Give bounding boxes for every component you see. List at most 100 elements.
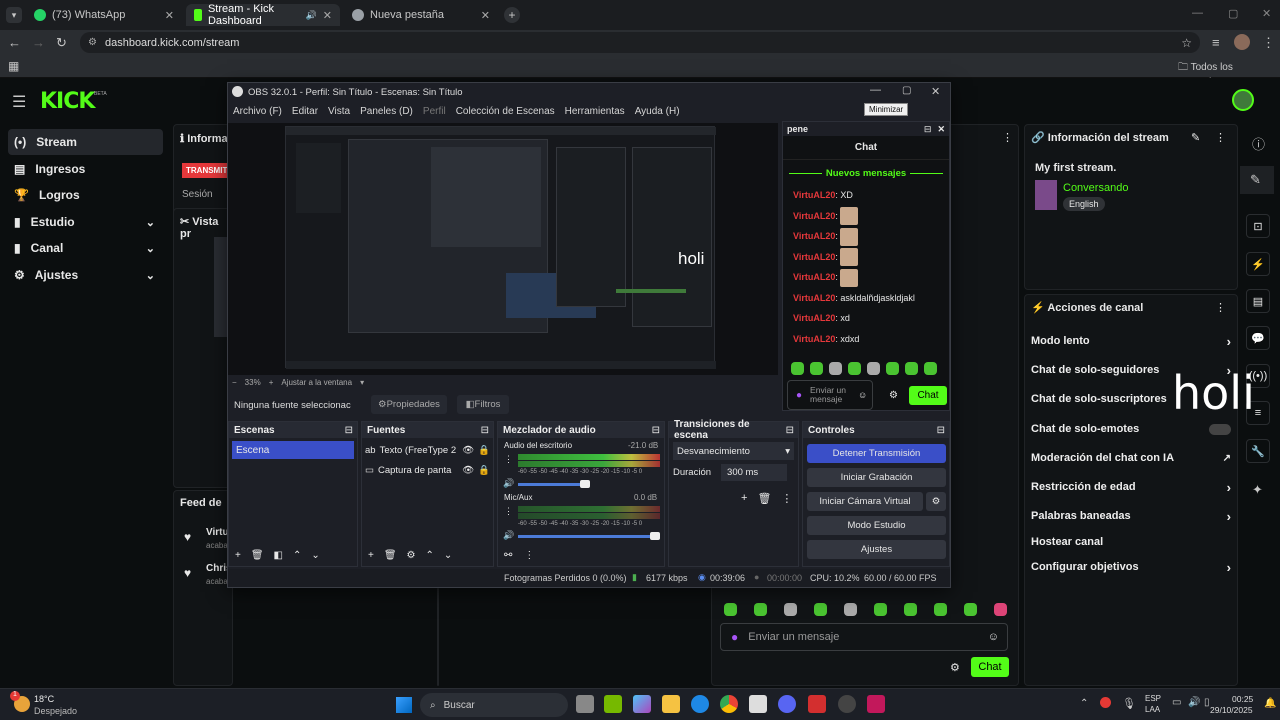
filters-button[interactable]: ◧ Filtros — [457, 395, 509, 414]
emote-icon[interactable] — [848, 362, 861, 375]
studio-mode-button[interactable]: Modo Estudio — [807, 516, 946, 535]
action-ai-moderation[interactable]: Moderación del chat con IA ↗ — [1031, 447, 1231, 469]
action-slow-mode[interactable]: Modo lento › — [1031, 330, 1231, 352]
nvidia-icon[interactable] — [604, 695, 622, 713]
properties-button[interactable]: ⚙ Propiedades — [371, 395, 447, 414]
volume-slider[interactable] — [518, 535, 656, 538]
obs-preview[interactable]: holi — [228, 123, 778, 375]
trash-icon[interactable]: 🗑 — [757, 492, 771, 505]
chat-settings-icon[interactable]: ⚙ — [950, 661, 960, 674]
rail-bolt-button[interactable]: ⚡ — [1246, 252, 1270, 276]
url-field[interactable]: ⚙ dashboard.kick.com/stream ☆ — [80, 32, 1200, 53]
kebab-icon[interactable]: ⋮ — [524, 550, 534, 561]
more-menu-icon[interactable]: ⋮ — [1262, 35, 1275, 51]
discord-icon[interactable] — [778, 695, 796, 713]
emoji-icon[interactable]: ☺ — [988, 631, 999, 643]
network-icon[interactable]: ▭ — [1172, 697, 1181, 708]
profile-avatar[interactable] — [1234, 34, 1250, 50]
sidebar-item-canal[interactable]: ▮ Canal ⌄ — [8, 235, 163, 261]
transition-select[interactable]: Desvanecimiento ▾ — [673, 442, 794, 460]
menu-perfil[interactable]: Perfil — [423, 106, 446, 117]
emote-icon[interactable] — [886, 362, 899, 375]
emote-icon[interactable] — [844, 603, 857, 616]
rail-clipboard-button[interactable]: ▤ — [1246, 289, 1270, 313]
action-host-channel[interactable]: Hostear canal — [1031, 531, 1231, 553]
kebab-icon[interactable]: ⋮ — [504, 454, 513, 465]
start-virtual-camera-button[interactable]: Iniciar Cámara Virtual — [807, 492, 923, 511]
tray-app-icon[interactable] — [1100, 697, 1111, 708]
sidebar-item-ajustes[interactable]: ⚙ Ajustes ⌄ — [8, 262, 163, 288]
volume-handle[interactable] — [650, 532, 660, 540]
trash-icon[interactable]: 🗑 — [251, 550, 264, 561]
media-icon[interactable]: ≡ — [1212, 35, 1220, 50]
action-emotes-only[interactable]: Chat de solo-emotes — [1031, 418, 1231, 440]
maximize-icon[interactable]: ▢ — [902, 85, 911, 96]
edge-icon[interactable] — [691, 695, 709, 713]
emotes-only-toggle[interactable] — [1209, 423, 1231, 435]
trash-icon[interactable]: 🗑 — [384, 550, 397, 561]
emote-icon[interactable] — [754, 603, 767, 616]
fit-window-label[interactable]: Ajustar a la ventana — [281, 378, 352, 387]
emote-icon[interactable] — [905, 362, 918, 375]
new-tab-icon[interactable]: + — [504, 7, 520, 23]
menu-archivo[interactable]: Archivo (F) — [233, 106, 282, 117]
site-info-icon[interactable]: ⚙ — [88, 37, 97, 48]
link-icon[interactable]: ⚯ — [504, 550, 512, 561]
source-item[interactable]: ▭ Captura de panta 👁 🔒 — [365, 461, 490, 479]
close-window-icon[interactable]: ✕ — [1262, 7, 1271, 20]
edit-icon[interactable]: ✎ — [1250, 172, 1261, 188]
menu-paneles[interactable]: Paneles (D) — [360, 106, 413, 117]
emote-icon[interactable] — [867, 362, 880, 375]
emote-icon[interactable] — [784, 603, 797, 616]
float-icon[interactable]: ⊟ — [924, 124, 932, 135]
emoji-icon[interactable]: ☺ — [858, 390, 867, 400]
tab-new[interactable]: Nueva pestaña ✕ — [344, 4, 498, 26]
chrome-icon[interactable] — [720, 695, 738, 713]
source-item[interactable]: ab Texto (FreeType 2 👁 🔒 — [365, 441, 490, 459]
volume-slider[interactable] — [518, 483, 584, 486]
up-icon[interactable]: ⌃ — [293, 550, 301, 561]
chevron-down-icon[interactable]: ▾ — [360, 378, 364, 387]
chat-dock-input[interactable]: ● Enviar un mensaje ☺ — [787, 380, 873, 410]
mic-icon[interactable]: ● — [796, 390, 802, 401]
battery-icon[interactable]: ▯ — [1204, 697, 1210, 708]
tab-whatsapp[interactable]: (73) WhatsApp ✕ — [26, 4, 182, 26]
up-icon[interactable]: ⌃ — [426, 550, 434, 561]
maximize-icon[interactable]: ▢ — [1228, 7, 1238, 20]
reload-icon[interactable]: ↻ — [56, 35, 67, 51]
app-pink-icon[interactable] — [867, 695, 885, 713]
close-icon[interactable]: ✕ — [481, 9, 490, 22]
kick-chat-send-button[interactable]: Chat — [971, 657, 1009, 677]
audio-icon[interactable]: 🔊 — [306, 10, 317, 21]
close-icon[interactable]: ✕ — [937, 124, 945, 135]
forward-icon[interactable]: → — [32, 35, 45, 50]
menu-ayuda[interactable]: Ayuda (H) — [635, 106, 680, 117]
lock-icon[interactable]: 🔒 — [478, 445, 490, 456]
sidebar-item-ingresos[interactable]: ▤ Ingresos — [8, 156, 163, 182]
more-icon[interactable]: ⋮ — [1215, 131, 1226, 144]
clock-time[interactable]: 00:25 — [1232, 694, 1253, 704]
menu-coleccion[interactable]: Colección de Escenas — [456, 106, 555, 117]
action-age-restriction[interactable]: Restricción de edad › — [1031, 476, 1231, 498]
add-icon[interactable]: + — [235, 550, 241, 561]
emote-icon[interactable] — [829, 362, 842, 375]
emote-icon[interactable] — [994, 603, 1007, 616]
rail-chat-button[interactable]: 💬 — [1246, 326, 1270, 350]
menu-vista[interactable]: Vista — [328, 106, 350, 117]
chat-settings-icon[interactable]: ⚙ — [889, 390, 898, 401]
stream-category[interactable]: Conversando — [1063, 182, 1128, 194]
close-icon[interactable]: ✕ — [931, 85, 940, 98]
filter-icon[interactable]: ◧ — [274, 550, 283, 561]
down-icon[interactable]: ⌄ — [444, 550, 452, 561]
emote-icon[interactable] — [814, 603, 827, 616]
speaker-icon[interactable]: 🔊 — [503, 530, 514, 541]
rail-target-button[interactable]: ⊡ — [1246, 214, 1270, 238]
bookmark-star-icon[interactable]: ☆ — [1181, 36, 1192, 50]
virtual-camera-settings-icon[interactable]: ⚙ — [926, 492, 946, 511]
notifications-icon[interactable]: 🔔 — [1264, 698, 1276, 709]
minimize-icon[interactable]: — — [870, 84, 881, 96]
eye-icon[interactable]: 👁 — [462, 445, 474, 456]
keyboard-layout[interactable]: LAA — [1145, 705, 1160, 714]
emote-icon[interactable] — [924, 362, 937, 375]
minimize-icon[interactable]: — — [1192, 7, 1203, 19]
